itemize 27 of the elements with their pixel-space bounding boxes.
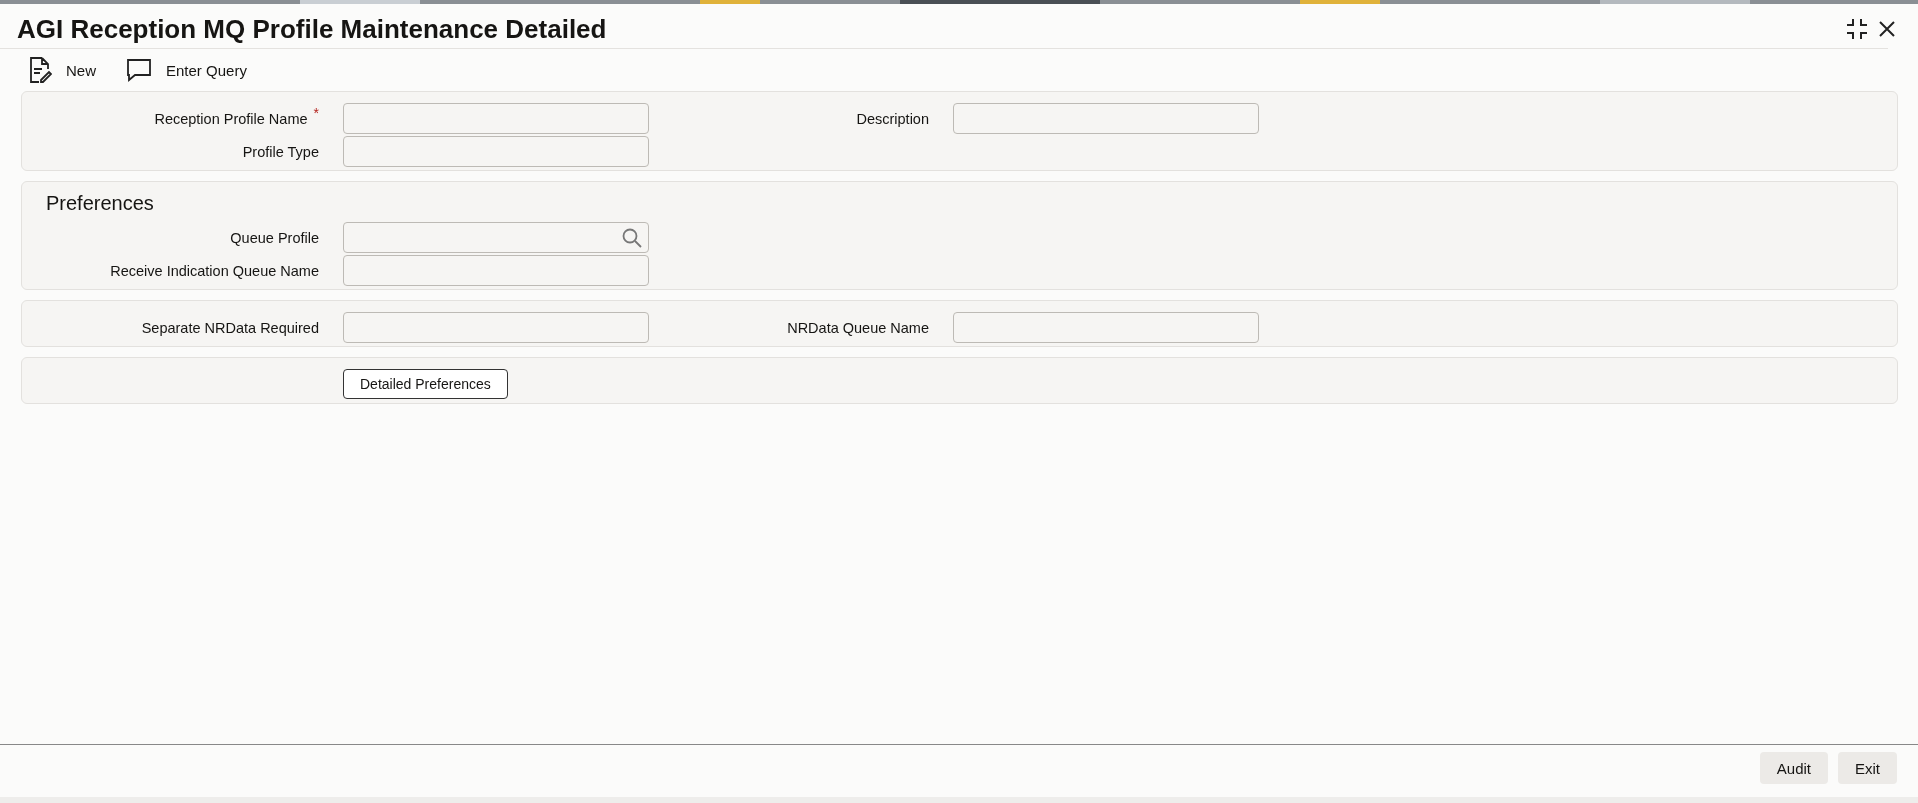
- required-mark: *: [313, 104, 319, 123]
- input-field[interactable]: [953, 103, 1259, 134]
- input-field[interactable]: [343, 312, 649, 343]
- field-label: Queue Profile: [230, 229, 319, 246]
- field-label: Reception Profile Name: [154, 110, 308, 127]
- input-field[interactable]: [343, 255, 649, 286]
- speech-bubble-icon: [126, 58, 152, 82]
- input-field[interactable]: [953, 312, 1259, 343]
- section-heading: Preferences: [46, 192, 155, 215]
- window-title: AGI Reception MQ Profile Maintenance Detailed: [17, 13, 607, 45]
- search-icon[interactable]: [622, 227, 642, 248]
- input-field[interactable]: [343, 136, 649, 167]
- field-label: Separate NRData Required: [141, 319, 319, 336]
- footer-button[interactable]: Audit: [1759, 752, 1828, 784]
- field-label: Receive Indication Queue Name: [110, 262, 319, 279]
- collapse-icon[interactable]: [1846, 18, 1868, 40]
- detailed-preferences-button[interactable]: Detailed Preferences: [343, 368, 508, 399]
- field-label: Profile Type: [242, 143, 319, 160]
- field-label: NRData Queue Name: [787, 319, 929, 336]
- footer-button[interactable]: Exit: [1838, 752, 1897, 784]
- input-field[interactable]: [343, 103, 649, 134]
- toolbar-button[interactable]: Enter Query: [126, 58, 247, 82]
- document-edit-icon: [28, 57, 52, 83]
- toolbar-button[interactable]: New: [28, 57, 96, 83]
- lookup-field[interactable]: [343, 222, 649, 253]
- close-icon[interactable]: [1878, 20, 1896, 38]
- field-label: Description: [856, 110, 929, 127]
